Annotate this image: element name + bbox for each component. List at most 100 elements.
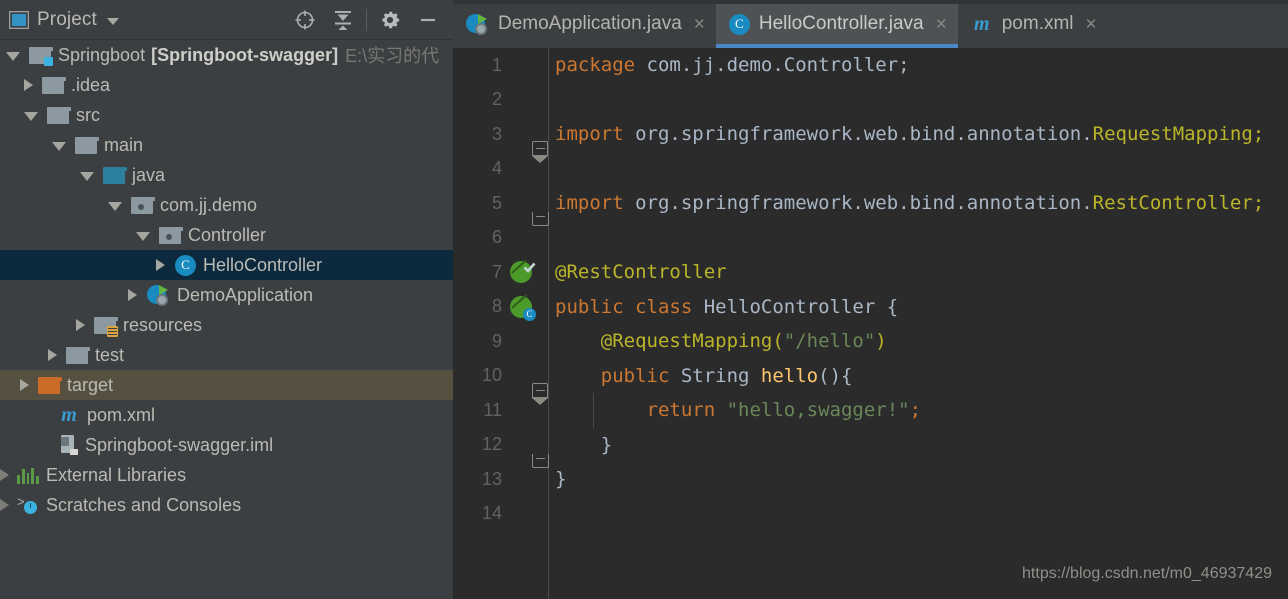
tree-label-main: main	[104, 134, 144, 155]
chevron-collapsed-icon[interactable]	[48, 349, 57, 361]
tree-row-package-controller[interactable]: Controller	[0, 220, 453, 250]
tree-label-springboot: Springboot	[58, 44, 146, 65]
code-line-12[interactable]: 12 }	[453, 428, 1288, 468]
chevron-expanded-icon[interactable]	[6, 52, 20, 61]
chevron-collapsed-icon[interactable]	[24, 79, 33, 91]
code-line-text: public String hello(){	[555, 364, 853, 387]
tree-row-springboot[interactable]: Springboot [Springboot-swagger] E:\实习的代	[0, 40, 453, 70]
tab-pom-xml[interactable]: m pom.xml ×	[958, 0, 1108, 48]
tree-row-target[interactable]: target	[0, 370, 453, 400]
code-line-6[interactable]: 6	[453, 221, 1288, 256]
spring-boot-app-icon	[147, 284, 170, 306]
chevron-collapsed-icon[interactable]	[20, 379, 29, 391]
code-line-text: }	[555, 433, 613, 456]
gutter-cell[interactable]	[506, 261, 548, 284]
code-line-5[interactable]: 5 import org.springframework.web.bind.an…	[453, 186, 1288, 227]
scratches-icon: >	[17, 495, 39, 515]
close-icon[interactable]: ×	[1086, 15, 1097, 34]
code-line-4[interactable]: 4	[453, 152, 1288, 187]
package-icon	[159, 226, 183, 244]
project-window-icon	[9, 10, 29, 29]
chevron-expanded-icon[interactable]	[52, 142, 66, 151]
tree-row-scratches[interactable]: > Scratches and Consoles	[0, 490, 453, 520]
iml-module-icon	[59, 435, 78, 455]
code-editor[interactable]: 1 package com.jj.demo.Controller; 2 3 im…	[453, 48, 1288, 599]
chevron-collapsed-icon[interactable]	[156, 259, 165, 271]
editor-area: DemoApplication.java × C HelloController…	[453, 0, 1288, 599]
minimize-icon[interactable]	[409, 1, 447, 39]
tree-row-demoapplication[interactable]: DemoApplication	[0, 280, 453, 310]
chevron-collapsed-icon[interactable]	[76, 319, 85, 331]
folder-resources-icon	[94, 316, 118, 337]
code-line-10[interactable]: 10 public String hello(){	[453, 359, 1288, 405]
code-line-7[interactable]: 7 @RestController	[453, 255, 1288, 290]
collapse-all-icon[interactable]	[324, 1, 362, 39]
chevron-expanded-icon[interactable]	[80, 172, 94, 181]
locate-icon[interactable]	[286, 1, 324, 39]
tree-row-package-comjjdemo[interactable]: com.jj.demo	[0, 190, 453, 220]
tree-row-iml[interactable]: Springboot-swagger.iml	[0, 430, 453, 460]
chevron-collapsed-icon[interactable]	[0, 469, 9, 481]
line-number: 10	[481, 365, 502, 386]
line-number: 12	[481, 434, 502, 455]
project-title-group[interactable]: Project	[0, 9, 119, 31]
code-line-text: import org.springframework.web.bind.anno…	[555, 192, 1265, 215]
close-icon[interactable]: ×	[694, 15, 705, 34]
folder-orange-excluded-icon	[38, 376, 62, 394]
gutter-cell[interactable]: C	[506, 295, 548, 321]
spring-bean-check-icon[interactable]	[510, 261, 536, 284]
maven-xml-icon: m	[61, 403, 77, 426]
tab-demoapplication-java[interactable]: DemoApplication.java ×	[453, 0, 716, 48]
code-line-11[interactable]: 11 return "hello,swagger!";	[453, 393, 1288, 428]
tree-label-demoapplication: DemoApplication	[177, 284, 314, 305]
spring-bean-class-icon[interactable]: C	[510, 295, 536, 321]
tree-label-src: src	[76, 104, 100, 125]
project-tree[interactable]: Springboot [Springboot-swagger] E:\实习的代 …	[0, 40, 453, 599]
tree-label-resources: resources	[123, 314, 203, 335]
tab-label: DemoApplication.java	[498, 13, 682, 34]
code-line-text: public class HelloController {	[555, 295, 899, 318]
tree-row-hellocontroller[interactable]: C HelloController	[0, 250, 453, 280]
editor-tab-bar: DemoApplication.java × C HelloController…	[453, 0, 1288, 48]
tree-row-java[interactable]: java	[0, 160, 453, 190]
tree-row-pomxml[interactable]: m pom.xml	[0, 400, 453, 430]
chevron-collapsed-icon[interactable]	[0, 499, 9, 511]
project-panel-title: Project	[37, 8, 97, 30]
code-line-14[interactable]: 14	[453, 497, 1288, 532]
chevron-down-icon[interactable]	[106, 17, 119, 25]
gear-icon[interactable]	[371, 1, 409, 39]
code-line-text: @RequestMapping("/hello")	[555, 330, 887, 353]
close-icon[interactable]: ×	[936, 15, 947, 34]
tree-row-src[interactable]: src	[0, 100, 453, 130]
tree-label-comjjdemo: com.jj.demo	[160, 194, 258, 215]
chevron-expanded-icon[interactable]	[24, 112, 38, 121]
maven-xml-icon: m	[973, 12, 990, 35]
code-line-3[interactable]: 3 import org.springframework.web.bind.an…	[453, 117, 1288, 164]
project-tool-window: Project Springboot [Springboot-swagger] …	[0, 0, 453, 599]
tree-row-resources[interactable]: resources	[0, 310, 453, 340]
java-class-icon: C	[728, 13, 750, 35]
external-libraries-icon	[17, 466, 39, 484]
tree-row-test[interactable]: test	[0, 340, 453, 370]
tree-row-idea[interactable]: .idea	[0, 70, 453, 100]
line-number: 14	[481, 503, 502, 524]
tree-row-external-libraries[interactable]: External Libraries	[0, 460, 453, 490]
code-line-8[interactable]: 8 C public class HelloController {	[453, 290, 1288, 325]
code-line-9[interactable]: 9 @RequestMapping("/hello")	[453, 324, 1288, 359]
tree-label-pomxml: pom.xml	[87, 404, 156, 425]
code-line-2[interactable]: 2	[453, 83, 1288, 118]
chevron-expanded-icon[interactable]	[108, 202, 122, 211]
tree-row-main[interactable]: main	[0, 130, 453, 160]
tree-label-scratches: Scratches and Consoles	[46, 494, 242, 515]
chevron-expanded-icon[interactable]	[136, 232, 150, 241]
module-folder-icon	[29, 46, 53, 66]
chevron-collapsed-icon[interactable]	[128, 289, 137, 301]
idea-window: Project Springboot [Springboot-swagger] …	[0, 0, 1288, 599]
project-panel-header: Project	[0, 0, 453, 40]
tab-hellocontroller-java[interactable]: C HelloController.java ×	[715, 0, 958, 48]
code-line-13[interactable]: 13 }	[453, 462, 1288, 497]
code-line-1[interactable]: 1 package com.jj.demo.Controller;	[453, 48, 1288, 83]
line-number: 9	[491, 330, 502, 351]
folder-gray-icon	[75, 136, 99, 154]
folder-gray-icon	[66, 346, 90, 364]
